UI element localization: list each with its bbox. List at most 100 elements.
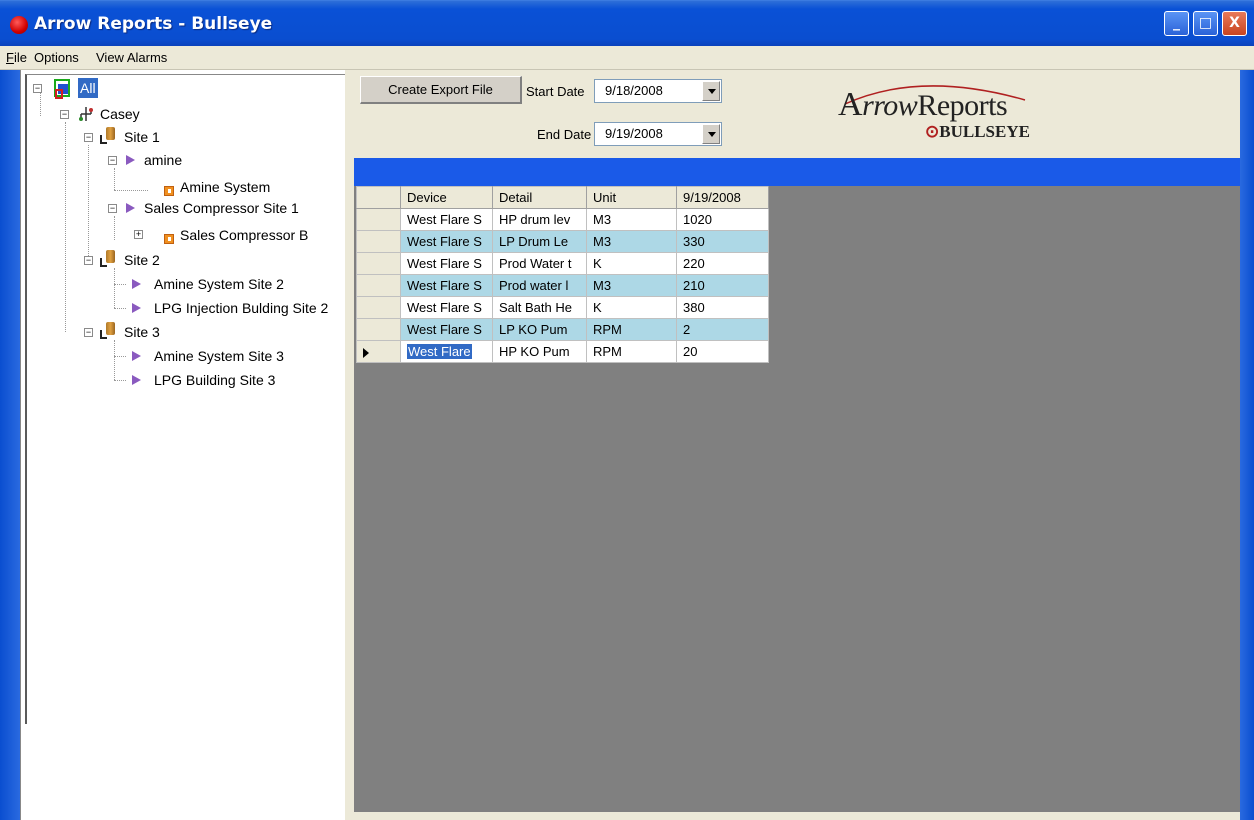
minimize-button[interactable]: _ [1164,11,1189,36]
title-bar[interactable]: Arrow Reports - Bullseye _ □ X [0,0,1254,46]
cell-value[interactable]: 20 [676,340,769,363]
window-left-border [0,70,20,820]
column-header-unit[interactable]: Unit [586,186,677,209]
menu-view-alarms[interactable]: View Alarms [96,50,167,65]
cell-unit[interactable]: K [586,296,677,319]
system-arrow-icon [132,351,141,361]
collapse-toggle[interactable]: − [84,256,93,265]
tree-node-lpg-injection-building-site-2[interactable]: LPG Injection Bulding Site 2 [154,298,328,318]
system-arrow-icon [132,279,141,289]
cell-value[interactable]: 210 [676,274,769,297]
pane-splitter[interactable] [345,70,354,820]
tree-node-sales-compressor-site-1[interactable]: Sales Compressor Site 1 [144,198,299,218]
tree-node-amine-system-site-3[interactable]: Amine System Site 3 [154,346,284,366]
collapse-toggle[interactable]: − [33,84,42,93]
cell-value[interactable]: 1020 [676,208,769,231]
end-date-dropdown-button[interactable] [702,124,720,144]
cell-detail[interactable]: LP KO Pum [492,318,587,341]
cell-device[interactable]: West Flare S [400,208,493,231]
tree-node-sales-compressor-b[interactable]: Sales Compressor B [180,225,308,245]
cell-unit[interactable]: K [586,252,677,275]
cell-detail[interactable]: LP Drum Le [492,230,587,253]
tree-connector [114,216,115,240]
all-sites-icon [54,78,70,99]
data-grid[interactable]: Device Detail Unit 9/19/2008 West Flare … [356,186,769,363]
grid-corner-header[interactable] [356,186,401,209]
collapse-toggle[interactable]: − [84,328,93,337]
start-date-picker[interactable]: 9/18/2008 [594,79,722,103]
cell-unit[interactable]: M3 [586,230,677,253]
column-header-detail[interactable]: Detail [492,186,587,209]
arrow-reports-logo: ArrowReports ⊙BULLSEYE [830,78,1040,148]
tree-node-site-3[interactable]: Site 3 [124,322,160,342]
tree-node-amine-system-site-2[interactable]: Amine System Site 2 [154,274,284,294]
column-header-device[interactable]: Device [400,186,493,209]
cell-device-selected[interactable]: West Flare [400,340,493,363]
tree-node-casey[interactable]: Casey [100,104,140,124]
menu-file-label: ile [13,50,27,65]
current-row-pointer-icon [363,347,369,358]
cell-value[interactable]: 380 [676,296,769,319]
app-icon[interactable] [10,16,28,34]
collapse-toggle[interactable]: − [108,204,117,213]
expand-toggle[interactable]: + [134,230,143,239]
create-export-file-button[interactable]: Create Export File [360,76,522,104]
maximize-icon: □ [1198,15,1213,31]
cell-detail[interactable]: HP drum lev [492,208,587,231]
logo-subtitle: ⊙BULLSEYE [925,122,1030,142]
tree-node-lpg-building-site-3[interactable]: LPG Building Site 3 [154,370,275,390]
chevron-down-icon [708,132,716,137]
cell-device[interactable]: West Flare S [400,230,493,253]
window-bottom-strip [354,812,1240,820]
cell-unit[interactable]: M3 [586,208,677,231]
row-header[interactable] [356,318,401,341]
cell-device[interactable]: West Flare S [400,318,493,341]
tree-node-all[interactable]: All [78,78,98,98]
logo-initial: A [838,86,863,123]
table-row[interactable]: West Flare S HP drum lev M3 1020 [356,208,769,231]
cell-detail[interactable]: Prod water l [492,274,587,297]
cell-device[interactable]: West Flare S [400,252,493,275]
cell-value[interactable]: 2 [676,318,769,341]
cell-value[interactable]: 330 [676,230,769,253]
cell-device[interactable]: West Flare S [400,274,493,297]
cell-device[interactable]: West Flare S [400,296,493,319]
cell-detail[interactable]: Prod Water t [492,252,587,275]
table-row[interactable]: West Flare S Prod water l M3 210 [356,274,769,297]
start-date-value: 9/18/2008 [605,83,663,98]
table-row[interactable]: West Flare S Salt Bath He K 380 [356,296,769,319]
row-header[interactable] [356,252,401,275]
collapse-toggle[interactable]: − [60,110,69,119]
table-row[interactable]: West Flare S LP KO Pum RPM 2 [356,318,769,341]
cell-detail[interactable]: HP KO Pum [492,340,587,363]
menu-file[interactable]: File [6,50,27,65]
row-header[interactable] [356,230,401,253]
tree-connector [114,356,126,357]
row-header[interactable] [356,274,401,297]
logo-reports-text: Reports [917,89,1008,122]
maximize-button[interactable]: □ [1193,11,1218,36]
cell-detail[interactable]: Salt Bath He [492,296,587,319]
column-header-date[interactable]: 9/19/2008 [676,186,769,209]
cell-unit[interactable]: M3 [586,274,677,297]
end-date-picker[interactable]: 9/19/2008 [594,122,722,146]
row-header[interactable] [356,208,401,231]
table-row[interactable]: West Flare S LP Drum Le M3 330 [356,230,769,253]
row-header-current[interactable] [356,340,401,363]
cell-value[interactable]: 220 [676,252,769,275]
menu-options[interactable]: Options [34,50,79,65]
tree-node-site-1[interactable]: Site 1 [124,127,160,147]
row-header[interactable] [356,296,401,319]
tree-node-site-2[interactable]: Site 2 [124,250,160,270]
collapse-toggle[interactable]: − [108,156,117,165]
collapse-toggle[interactable]: − [84,133,93,142]
chevron-down-icon [708,89,716,94]
table-row-current[interactable]: West Flare HP KO Pum RPM 20 [356,340,769,363]
close-button[interactable]: X [1222,11,1247,36]
cell-unit[interactable]: RPM [586,340,677,363]
tree-node-amine[interactable]: amine [144,150,182,170]
table-row[interactable]: West Flare S Prod Water t K 220 [356,252,769,275]
start-date-dropdown-button[interactable] [702,81,720,101]
tree-node-amine-system[interactable]: Amine System [180,177,270,197]
cell-unit[interactable]: RPM [586,318,677,341]
